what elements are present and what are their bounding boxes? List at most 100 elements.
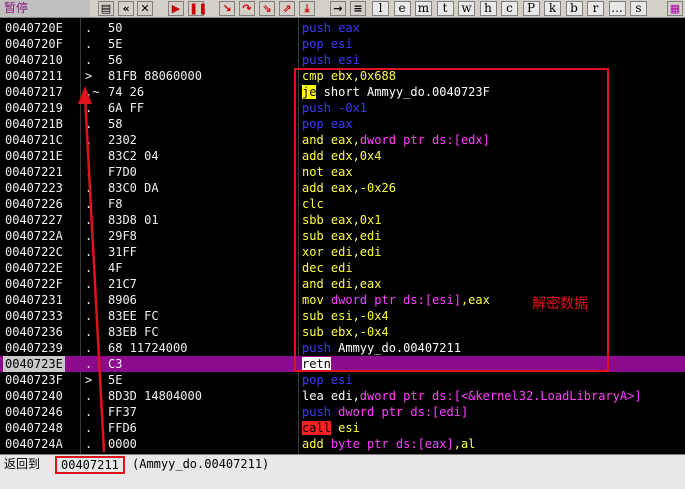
code-row[interactable]: 00407210. 56 push esi — [0, 52, 685, 68]
toolbar-letter-button[interactable]: s — [630, 1, 647, 16]
row-hex: C3 — [108, 357, 123, 371]
toolbar-letter-button[interactable]: w — [458, 1, 475, 16]
row-address: 0040723E — [3, 356, 65, 372]
row-address: 00407219 — [5, 101, 63, 115]
list-icon[interactable]: ≡ — [350, 1, 366, 16]
row-hex: 0000 — [108, 437, 137, 451]
row-hex: 83EB FC — [108, 325, 159, 339]
row-hex: 8906 — [108, 293, 137, 307]
toolbar: 暂停 ▤ « ✕ ▶ ❚❚ ↘ ↷ ⇘ ⇗ ⤓ → ≡ lemtwhcPkbr.… — [0, 0, 685, 18]
row-address: 00407217 — [5, 85, 63, 99]
row-instruction: lea edi,dword ptr ds:[<&kernel32.LoadLib… — [302, 389, 642, 403]
code-row[interactable]: 0040720E. 50 push eax — [0, 20, 685, 36]
pause-status: 暂停 — [0, 0, 90, 17]
row-hex: 29F8 — [108, 229, 137, 243]
row-hex: FF37 — [108, 405, 137, 419]
row-instruction: add byte ptr ds:[eax],al — [302, 437, 476, 451]
row-marker: . — [85, 101, 93, 115]
row-address: 00407233 — [5, 309, 63, 323]
toolbar-letter-button[interactable]: P — [522, 1, 540, 16]
toolbar-letter-button[interactable]: h — [479, 1, 497, 16]
row-instruction: push eax — [302, 21, 360, 35]
row-hex: 21C7 — [108, 277, 137, 291]
trace-over-icon[interactable]: ⇗ — [279, 1, 295, 16]
row-hex: 31FF — [108, 245, 137, 259]
row-address: 0040722A — [5, 229, 63, 243]
row-address: 0040721C — [5, 133, 63, 147]
status-prefix: 返回到 — [4, 457, 41, 471]
row-hex: 83C2 04 — [108, 149, 159, 163]
row-address: 00407248 — [5, 421, 63, 435]
code-row[interactable]: 00407248. FFD6 call esi — [0, 420, 685, 436]
row-address: 00407240 — [5, 389, 63, 403]
run-icon[interactable]: ▶ — [168, 1, 184, 16]
code-row[interactable]: 0040724A. 0000 add byte ptr ds:[eax],al — [0, 436, 685, 452]
row-marker: . — [85, 213, 93, 227]
code-row[interactable]: 0040723F >5E pop esi — [0, 372, 685, 388]
annotation-label: 解密数据 — [532, 296, 588, 312]
toolbar-letter-button[interactable]: e — [393, 1, 411, 16]
row-marker: . — [85, 181, 93, 195]
toolbar-letter-button[interactable]: ... — [608, 1, 626, 16]
toolbar-letter-button[interactable]: t — [436, 1, 454, 16]
row-marker: . — [85, 421, 93, 435]
row-marker: . — [85, 37, 93, 51]
row-marker: . — [85, 53, 93, 67]
row-hex: 83C0 DA — [108, 181, 159, 195]
row-hex: 68 11724000 — [108, 341, 188, 355]
goto-icon[interactable]: → — [330, 1, 346, 16]
toolbar-letter-button[interactable]: b — [565, 1, 583, 16]
status-bar: 返回到 00407211 (Ammyy_do.00407211) — [0, 454, 685, 489]
status-return-address: 00407211 — [55, 456, 125, 474]
execute-till-return-icon[interactable]: ⤓ — [299, 1, 315, 16]
toolbar-letter-button[interactable]: l — [372, 1, 389, 16]
row-hex: 6A FF — [108, 101, 145, 115]
row-marker: > — [85, 69, 93, 83]
toolbar-letter-button[interactable]: k — [544, 1, 561, 16]
step-into-icon[interactable]: ↘ — [219, 1, 235, 16]
row-marker: . — [85, 165, 93, 179]
row-address: 00407221 — [5, 165, 63, 179]
toolbar-letter-button[interactable]: m — [415, 1, 432, 16]
row-address: 0040722E — [5, 261, 63, 275]
rewind-icon[interactable]: « — [118, 1, 134, 16]
highlight-box-decrypt — [294, 68, 609, 372]
grid-icon[interactable]: ▦ — [667, 1, 683, 16]
trace-into-icon[interactable]: ⇘ — [259, 1, 275, 16]
row-hex: 4F — [108, 261, 123, 275]
row-address: 0040722C — [5, 245, 63, 259]
row-marker: > — [85, 373, 93, 387]
row-marker: . — [85, 309, 93, 323]
row-instruction: pop esi — [302, 37, 353, 51]
row-marker: . — [85, 149, 93, 163]
close-icon[interactable]: ✕ — [137, 1, 153, 16]
pause-icon[interactable]: ❚❚ — [188, 1, 207, 16]
row-marker: . — [85, 277, 93, 291]
row-marker: . — [85, 437, 93, 451]
row-marker: .~ — [85, 85, 100, 99]
code-row[interactable]: 0040720F. 5E pop esi — [0, 36, 685, 52]
row-address: 00407210 — [5, 53, 63, 67]
row-marker: . — [85, 261, 93, 275]
step-over-icon[interactable]: ↷ — [239, 1, 255, 16]
row-marker: . — [85, 405, 93, 419]
toolbar-letter-button[interactable]: r — [587, 1, 604, 16]
toolbar-letter-button[interactable]: c — [501, 1, 518, 16]
row-hex: 56 — [108, 53, 123, 67]
row-marker: . — [85, 229, 93, 243]
row-hex: 58 — [108, 117, 123, 131]
code-row[interactable]: 00407246. FF37 push dword ptr ds:[edi] — [0, 404, 685, 420]
row-hex: 5E — [108, 373, 123, 387]
row-marker: . — [85, 341, 93, 355]
row-hex: 8D3D 14804000 — [108, 389, 202, 403]
code-row[interactable]: 00407240. 8D3D 14804000 lea edi,dword ptr … — [0, 388, 685, 404]
row-hex: F7D0 — [108, 165, 137, 179]
row-instruction: push dword ptr ds:[edi] — [302, 405, 469, 419]
row-address: 0040724A — [5, 437, 63, 451]
row-address: 00407236 — [5, 325, 63, 339]
row-address: 00407227 — [5, 213, 63, 227]
open-icon[interactable]: ▤ — [98, 1, 114, 16]
row-address: 0040721E — [5, 149, 63, 163]
row-hex: 83EE FC — [108, 309, 159, 323]
row-address: 0040720E — [5, 21, 63, 35]
